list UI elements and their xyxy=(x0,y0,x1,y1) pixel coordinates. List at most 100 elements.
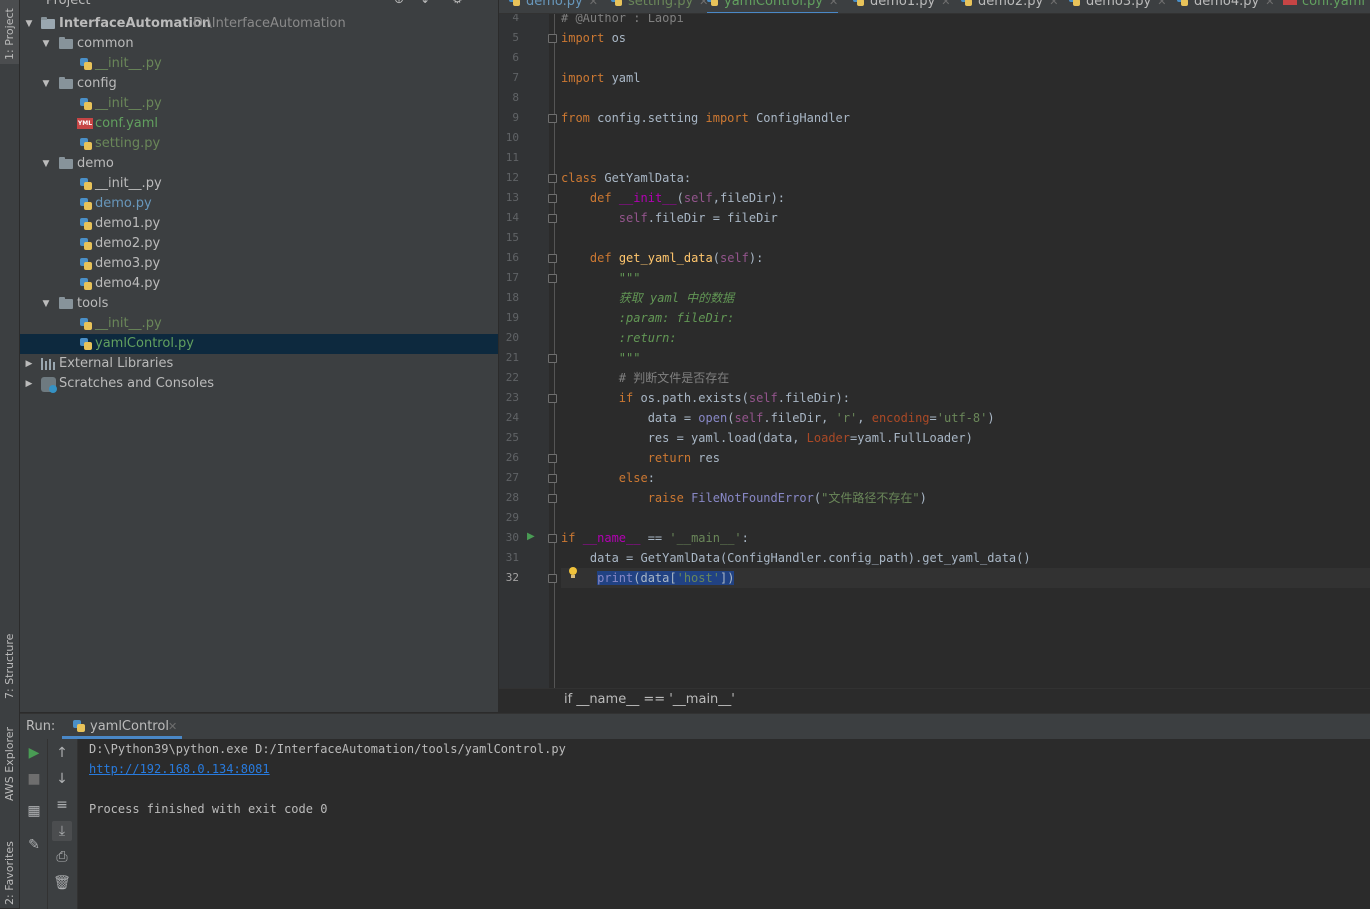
tree-file[interactable]: __init__.py xyxy=(20,94,498,114)
gear-icon[interactable]: ⚙ xyxy=(452,0,466,6)
pin-icon[interactable]: ✎ xyxy=(24,835,44,855)
editor-tab[interactable]: demo2.py ✕ xyxy=(961,0,1058,12)
python-file-icon xyxy=(1177,0,1189,7)
soft-wrap-icon[interactable]: ≡ xyxy=(52,795,72,815)
fold-icon[interactable] xyxy=(548,454,557,463)
code-line: return res xyxy=(647,451,720,465)
close-icon[interactable]: ✕ xyxy=(168,720,177,733)
expand-arrow-icon[interactable]: ▼ xyxy=(41,294,51,314)
code-line: import os xyxy=(561,31,627,45)
editor-tab[interactable]: demo4.py ✕ xyxy=(1177,0,1274,12)
line-number: 13 xyxy=(505,191,519,204)
fold-icon[interactable] xyxy=(548,574,557,583)
stop-icon[interactable]: ■ xyxy=(24,769,44,789)
line-number: 16 xyxy=(505,251,519,264)
tree-external-libraries[interactable]: ▶ External Libraries xyxy=(20,354,498,374)
fold-icon[interactable] xyxy=(548,534,557,543)
locate-icon[interactable]: ⊕ xyxy=(394,0,408,6)
fold-icon[interactable] xyxy=(548,254,557,263)
tree-file[interactable]: YML conf.yaml xyxy=(20,114,498,134)
collapse-icon[interactable]: ⇟ xyxy=(420,0,434,6)
tree-folder-demo[interactable]: ▼ demo xyxy=(20,154,498,174)
fold-icon[interactable] xyxy=(548,34,557,43)
tree-folder-config[interactable]: ▼ config xyxy=(20,74,498,94)
tree-file[interactable]: demo2.py xyxy=(20,234,498,254)
line-number: 5 xyxy=(512,31,519,44)
structure-tool-tab[interactable]: 7: Structure xyxy=(0,625,19,705)
close-icon[interactable]: ✕ xyxy=(1049,0,1058,8)
fold-icon[interactable] xyxy=(548,274,557,283)
arrow-up-icon[interactable]: ↑ xyxy=(52,743,72,763)
tree-file[interactable]: __init__.py xyxy=(20,54,498,74)
fold-icon[interactable] xyxy=(548,194,557,203)
code-line: data = open(self.fileDir, 'r', encoding=… xyxy=(647,411,995,425)
rerun-icon[interactable]: ▶ xyxy=(24,743,44,763)
fold-icon[interactable] xyxy=(548,494,557,503)
scroll-to-end-icon[interactable]: ⤓ xyxy=(52,821,72,841)
editor-tab-label: demo.py xyxy=(526,0,583,9)
run-tab[interactable]: yamlControl ✕ xyxy=(62,714,182,739)
minimize-icon[interactable]: – xyxy=(478,0,492,6)
editor-tab[interactable]: demo.py ✕ xyxy=(509,0,598,12)
code-line: print(data['host']) xyxy=(597,571,735,585)
print-icon[interactable]: ⎙ xyxy=(52,847,72,867)
python-file-icon xyxy=(707,0,719,7)
close-icon[interactable]: ✕ xyxy=(829,0,838,8)
python-file-icon xyxy=(79,57,93,71)
project-tool-tab[interactable]: 1: Project xyxy=(0,0,19,64)
expand-arrow-icon[interactable]: ▼ xyxy=(24,14,34,34)
editor-tab-active[interactable]: yamlControl.py ✕ xyxy=(707,0,839,13)
code-line: class GetYamlData: xyxy=(561,171,692,185)
close-icon[interactable]: ✕ xyxy=(589,0,598,8)
favorites-tool-tab[interactable]: 2: Favorites xyxy=(0,835,19,908)
editor-tab[interactable]: conf.yaml xyxy=(1283,0,1365,12)
console-link[interactable]: http://192.168.0.134:8081 xyxy=(89,759,270,779)
tree-file[interactable]: demo1.py xyxy=(20,214,498,234)
collapsed-arrow-icon[interactable]: ▶ xyxy=(24,374,34,394)
tree-file[interactable]: demo.py xyxy=(20,194,498,214)
fold-icon[interactable] xyxy=(548,354,557,363)
project-panel-title[interactable]: Project xyxy=(46,0,90,8)
tree-folder-common[interactable]: ▼ common xyxy=(20,34,498,54)
tree-file[interactable]: setting.py xyxy=(20,134,498,154)
folder-icon xyxy=(59,77,73,89)
tree-file-selected[interactable]: yamlControl.py xyxy=(20,334,498,354)
tree-file[interactable]: demo4.py xyxy=(20,274,498,294)
run-gutter-icon[interactable]: ▶ xyxy=(527,531,535,542)
tree-scratches[interactable]: ▶ Scratches and Consoles xyxy=(20,374,498,394)
editor-tab[interactable]: demo3.py ✕ xyxy=(1069,0,1166,12)
layout-icon[interactable]: ▦ xyxy=(24,801,44,821)
tree-file[interactable]: __init__.py xyxy=(20,314,498,334)
line-number: 12 xyxy=(505,171,519,184)
tree-root[interactable]: ▼ InterfaceAutomation D:\InterfaceAutoma… xyxy=(20,14,498,34)
expand-arrow-icon[interactable]: ▼ xyxy=(41,74,51,94)
arrow-down-icon[interactable]: ↓ xyxy=(52,769,72,789)
breadcrumb-item[interactable]: if __name__ == '__main__' xyxy=(564,692,735,707)
tree-file[interactable]: demo3.py xyxy=(20,254,498,274)
expand-arrow-icon[interactable]: ▼ xyxy=(41,34,51,54)
tree-folder-tools[interactable]: ▼ tools xyxy=(20,294,498,314)
close-icon[interactable]: ✕ xyxy=(941,0,950,8)
editor-tab[interactable]: demo1.py ✕ xyxy=(853,0,950,12)
fold-icon[interactable] xyxy=(548,114,557,123)
fold-icon[interactable] xyxy=(548,214,557,223)
close-icon[interactable]: ✕ xyxy=(1157,0,1166,8)
trash-icon[interactable]: 🗑 xyxy=(52,873,72,893)
fold-icon[interactable] xyxy=(548,394,557,403)
collapsed-arrow-icon[interactable]: ▶ xyxy=(24,354,34,374)
line-number: 30 xyxy=(505,531,519,544)
line-number: 19 xyxy=(505,311,519,324)
tree-file[interactable]: __init__.py xyxy=(20,174,498,194)
code-line: def __init__(self,fileDir): xyxy=(589,191,786,205)
expand-arrow-icon[interactable]: ▼ xyxy=(41,154,51,174)
code-editor[interactable]: 4 5 6 7 8 9 10 11 12 13 14 15 16 17 18 19 20 21 22 23 24 25 26… xyxy=(499,14,1370,688)
fold-icon[interactable] xyxy=(548,174,557,183)
aws-explorer-tool-tab[interactable]: AWS Explorer xyxy=(0,725,19,815)
close-icon[interactable]: ✕ xyxy=(1265,0,1274,8)
tree-label: Scratches and Consoles xyxy=(59,376,215,391)
run-toolbar-primary: ▶ ■ ▦ ✎ xyxy=(20,739,48,909)
line-number: 15 xyxy=(505,231,519,244)
favorites-tool-tab-label: 2: Favorites xyxy=(3,841,16,905)
fold-icon[interactable] xyxy=(548,474,557,483)
editor-tab[interactable]: setting.py ✕ xyxy=(611,0,708,12)
